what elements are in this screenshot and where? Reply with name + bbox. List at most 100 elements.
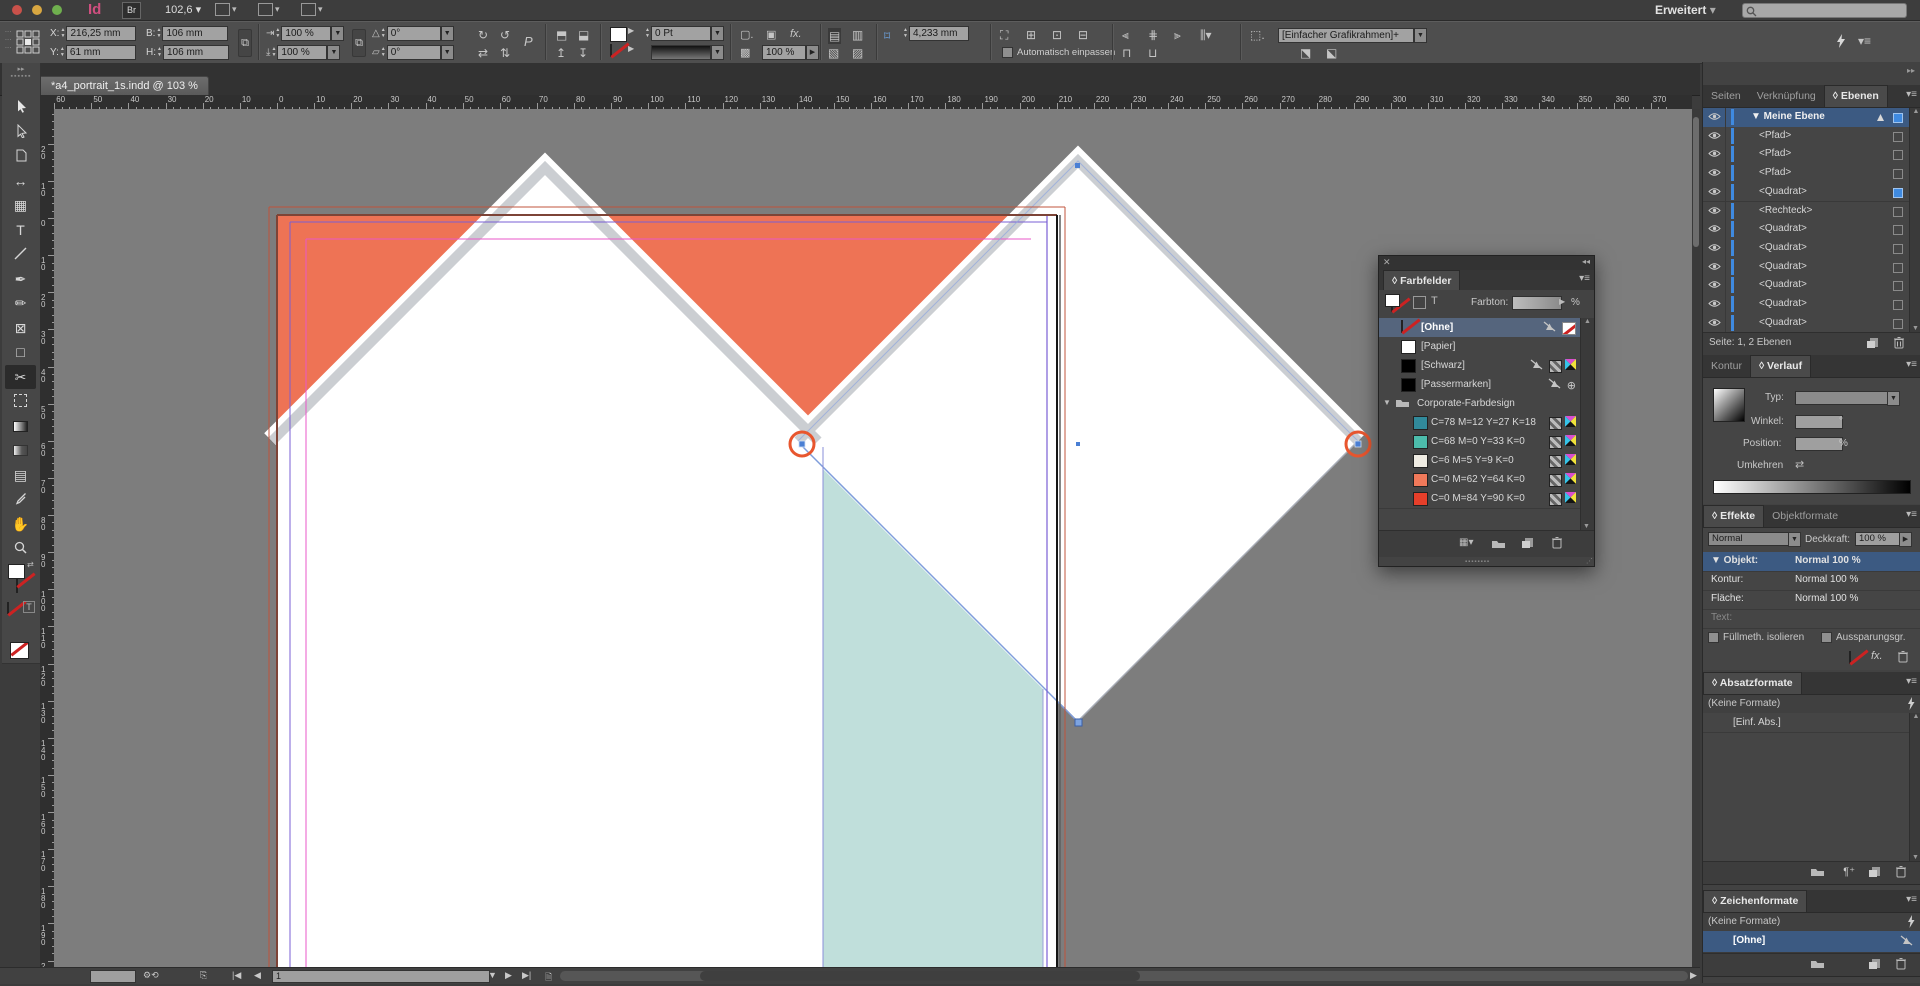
swatch-row[interactable]: C=68 M=0 Y=33 K=0 [1379, 432, 1580, 452]
swatch-row[interactable]: C=78 M=12 Y=27 K=18 [1379, 413, 1580, 433]
rectangle-tool[interactable]: □ [5, 340, 36, 364]
search-input[interactable] [1742, 3, 1907, 18]
gradient-type-arrow[interactable]: ▼ [1887, 391, 1900, 406]
swatches-resize-grip[interactable]: ⋰ [1586, 557, 1593, 565]
layer-visibility-icon[interactable] [1703, 220, 1726, 239]
layer-visibility-icon[interactable] [1703, 258, 1726, 277]
swatches-panel-menu-icon[interactable]: ▾≡ [1579, 273, 1590, 284]
layer-selection-proxy[interactable] [1893, 319, 1903, 329]
distribute-dropdown-icon[interactable]: ⫼▾ [1200, 28, 1212, 43]
corner-radius-field[interactable]: 4,233 mm [909, 26, 969, 41]
swatch-row[interactable]: C=0 M=62 Y=64 K=0 [1379, 470, 1580, 490]
paragraph-group-icon[interactable] [1810, 866, 1825, 880]
swatch-row[interactable]: [Passermarken]⊕ [1379, 375, 1580, 395]
layer-row[interactable]: <Pfad> [1703, 127, 1909, 147]
character-group-icon[interactable] [1810, 958, 1825, 972]
new-character-style-icon[interactable] [1868, 958, 1881, 973]
layer-visibility-icon[interactable] [1703, 183, 1726, 202]
selection-tool[interactable] [5, 95, 36, 119]
y-stepper[interactable]: ▲▼ [59, 46, 66, 59]
gradient-feather-tool[interactable] [5, 438, 36, 462]
effects-row-text[interactable]: Text: [1703, 609, 1920, 629]
toolbar-collapse-icon[interactable]: ▸▸ [2, 63, 40, 73]
first-page-button[interactable]: |◀ [232, 970, 241, 981]
character-panel-menu-icon[interactable]: ▾≡ [1906, 894, 1917, 905]
toolbar-grip[interactable]: ▪▪▪▪▪▪ [2, 73, 40, 80]
tint-arrow[interactable]: ▶ [1559, 297, 1565, 306]
layer-visibility-icon[interactable] [1703, 295, 1726, 314]
layers-scrollbar[interactable]: ▲▼ [1909, 108, 1920, 332]
layer-row[interactable]: <Quadrat> [1703, 239, 1909, 259]
rotate-90-cw-icon[interactable]: ↻ [478, 28, 488, 42]
opacity-field[interactable]: 100 % [762, 45, 806, 60]
next-page-button[interactable]: ▶ [505, 970, 512, 981]
tab-effekte[interactable]: ◊ Effekte [1703, 505, 1764, 527]
screen-mode-dropdown[interactable]: ▾ [258, 3, 294, 17]
dock-collapse-icon[interactable]: ▸▸ [1907, 66, 1915, 75]
tab-ebenen[interactable]: ◊ Ebenen [1824, 85, 1888, 107]
delete-paragraph-style-icon[interactable] [1895, 865, 1907, 881]
tab-zeichenformate[interactable]: ◊ Zeichenformate [1703, 890, 1807, 912]
anchor-point-apex[interactable] [1075, 163, 1080, 168]
y-position-field[interactable]: 61 mm [66, 45, 136, 60]
effects-row-kontur[interactable]: Kontur:Normal 100 % [1703, 571, 1920, 591]
wrap-jump-icon[interactable]: ▨ [852, 46, 863, 60]
layer-selection-proxy[interactable] [1893, 281, 1903, 291]
fill-dropdown-arrow[interactable]: ▶ [628, 26, 634, 35]
corner-radius-icon[interactable]: ⌑ [884, 29, 890, 43]
formatting-text-icon[interactable]: T [23, 601, 35, 613]
horizontal-ruler[interactable]: 6050403020100102030405060708090100110120… [40, 95, 1692, 110]
swatch-row[interactable]: C=0 M=84 Y=90 K=0 [1379, 489, 1580, 509]
layer-selection-proxy[interactable] [1893, 225, 1903, 235]
rotation-field[interactable]: 0° [387, 26, 441, 41]
swatches-scrollbar[interactable]: ▲▼ [1580, 318, 1594, 530]
hscroll-right-arrow[interactable]: ▶ [1690, 970, 1697, 981]
type-tool[interactable]: T [5, 218, 36, 242]
zoom-window-button[interactable] [52, 5, 62, 15]
swatches-container-button[interactable] [1413, 296, 1426, 309]
swatch-row[interactable]: C=6 M=5 Y=9 K=0 [1379, 451, 1580, 471]
scale-y-field[interactable]: 100 % [277, 45, 327, 60]
swatches-title-bar[interactable]: ✕ ◂◂ [1379, 256, 1594, 270]
drop-shadow-icon[interactable]: ▣ [766, 28, 776, 41]
layer-row[interactable]: <Quadrat> [1703, 276, 1909, 296]
group-expander-icon[interactable]: ▼ [1383, 398, 1391, 407]
view-options-dropdown[interactable]: ▾ [215, 3, 251, 17]
eyedropper-tool[interactable] [5, 487, 36, 511]
formatting-affects-buttons[interactable]: T [7, 603, 9, 613]
layer-row-selected[interactable]: ▼ Meine Ebene [1703, 108, 1909, 128]
layer-row[interactable]: <Pfad> [1703, 164, 1909, 184]
layer-selection-proxy[interactable] [1893, 263, 1903, 273]
workspace-switcher[interactable]: Erweitert ▾ [1655, 3, 1716, 17]
swatches-floating-panel[interactable]: ✕ ◂◂ ◊ Farbfelder ▾≡ T Farbton: ▶ % [Ohn… [1378, 255, 1595, 567]
wrap-object-icon[interactable]: ▧ [828, 46, 839, 60]
quick-apply-icon[interactable] [1836, 34, 1845, 51]
tab-kontur[interactable]: Kontur [1703, 356, 1750, 377]
select-next-icon[interactable]: ↧ [578, 46, 588, 60]
effects-delete-icon[interactable] [1897, 650, 1909, 666]
hand-tool[interactable]: ✋ [5, 512, 36, 536]
layer-row[interactable]: <Quadrat> [1703, 258, 1909, 278]
effects-opacity-arrow[interactable]: ▶ [1899, 532, 1912, 547]
select-same-fill-icon[interactable]: ⬔ [1300, 46, 1311, 60]
vertical-scrollbar-thumb[interactable] [1693, 117, 1699, 247]
tab-verknuepfung[interactable]: Verknüpfung [1749, 86, 1824, 107]
align-center-icon[interactable]: ⋕ [1148, 28, 1158, 42]
previous-page-button[interactable]: ◀ [254, 970, 261, 981]
height-stepper[interactable]: ▲▼ [156, 46, 163, 59]
layer-selection-proxy[interactable] [1893, 150, 1903, 160]
paragraph-style-item[interactable]: [Einf. Abs.] [1703, 713, 1920, 733]
scale-x-field[interactable]: 100 % [281, 26, 331, 41]
last-page-button[interactable]: ▶| [522, 970, 531, 981]
swap-fill-stroke-icon[interactable]: ⇄ [27, 560, 34, 569]
control-panel-menu-icon[interactable]: ▾≡ [1858, 34, 1871, 48]
tab-seiten[interactable]: Seiten [1703, 86, 1749, 107]
layer-selection-proxy[interactable] [1893, 300, 1903, 310]
apply-none-button[interactable] [10, 642, 29, 659]
constrain-dimensions-link-icon[interactable]: ⧉ [238, 29, 252, 57]
note-tool[interactable]: ▤ [5, 463, 36, 487]
layer-visibility-icon[interactable] [1703, 145, 1726, 164]
rotation-dropdown[interactable]: ▼ [441, 26, 454, 41]
document-tab[interactable]: × *a4_portrait_1s.indd @ 103 % [28, 76, 209, 96]
width-stepper[interactable]: ▲▼ [155, 27, 162, 40]
